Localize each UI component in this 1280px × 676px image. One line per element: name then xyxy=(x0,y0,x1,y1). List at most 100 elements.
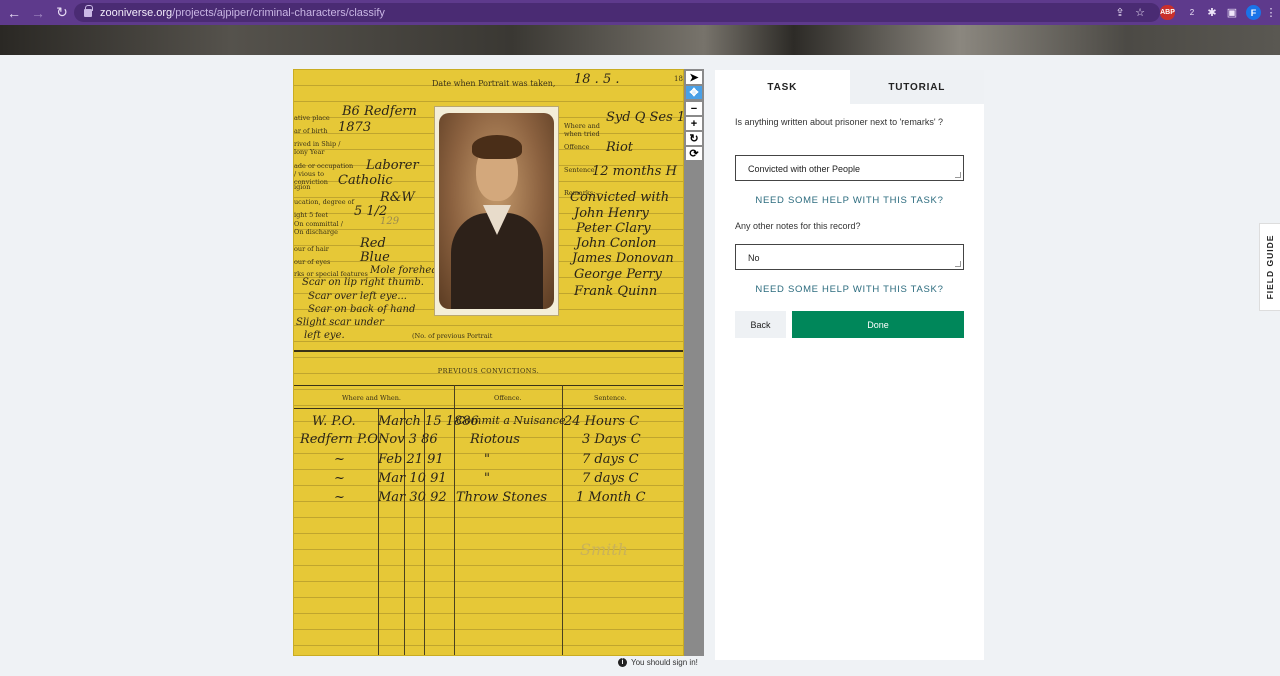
field-value: Mole forehead xyxy=(370,265,444,276)
arrow-right-icon[interactable]: → xyxy=(28,5,48,21)
field-value: R&W xyxy=(380,190,415,205)
marks-line: Scar on lip right thumb. xyxy=(302,277,424,288)
field-value: 129 xyxy=(380,216,400,227)
remarks-line: George Perry xyxy=(574,267,662,282)
puzzle-icon[interactable]: ✱ xyxy=(1205,5,1219,20)
field-value: Blue xyxy=(360,250,390,265)
field-label: ucation, degree of xyxy=(294,198,354,206)
subject-image[interactable]: Date when Portrait was taken, 18 . 5 . 1… xyxy=(293,69,684,656)
tab-task[interactable]: TASK xyxy=(715,70,850,104)
previous-convictions-title: PREVIOUS CONVICTIONS. xyxy=(437,367,540,375)
sidebar-icon[interactable]: ▣ xyxy=(1225,5,1239,20)
field-value: Red xyxy=(360,236,386,251)
field-label: ative place xyxy=(294,114,330,122)
conviction-offence: Riotous xyxy=(470,432,520,447)
field-label: igion xyxy=(294,183,311,191)
field-value: B6 Redfern xyxy=(342,104,417,119)
extension-badge-icon[interactable]: 2 xyxy=(1184,5,1200,20)
lock-icon xyxy=(84,4,93,17)
task-tabs: TASK TUTORIAL xyxy=(715,70,984,104)
marks-line: Scar over left eye... xyxy=(308,291,407,302)
zoom-in-icon[interactable]: + xyxy=(686,117,702,130)
help-link-1[interactable]: NEED SOME HELP WITH THIS TASK? xyxy=(735,195,964,206)
divider xyxy=(294,385,683,386)
field-label: Sentence xyxy=(564,166,595,174)
divider xyxy=(294,408,683,409)
field-guide-tab[interactable]: FIELD GUIDE xyxy=(1259,223,1280,311)
adblock-extension-icon[interactable]: ABP xyxy=(1160,5,1175,20)
conviction-offence: Commit a Nuisance xyxy=(456,414,566,427)
date-portrait-value: 18 . 5 . xyxy=(574,72,620,87)
pointer-icon[interactable]: ➤ xyxy=(686,71,702,84)
prisoner-photo xyxy=(439,113,554,309)
star-icon[interactable]: ☆ xyxy=(1133,5,1147,20)
question-other-notes: Any other notes for this record? xyxy=(735,221,861,231)
info-icon: i xyxy=(618,658,627,667)
help-link-2[interactable]: NEED SOME HELP WITH THIS TASK? xyxy=(735,284,964,295)
notes-answer-field[interactable]: No xyxy=(735,244,964,270)
field-label: Where and when tried xyxy=(564,122,600,138)
date-portrait-label: Date when Portrait was taken, xyxy=(432,79,556,88)
share-icon[interactable]: ⇪ xyxy=(1113,5,1127,20)
field-value: Catholic xyxy=(338,173,393,188)
field-value: Laborer xyxy=(366,158,419,173)
conviction-offence: " xyxy=(484,452,490,467)
field-label: ight 5 feet xyxy=(294,211,329,219)
conviction-date: Feb 21 91 xyxy=(378,452,444,467)
conviction-where: ~ xyxy=(334,471,345,486)
column-header: Sentence. xyxy=(594,394,627,402)
browser-toolbar: ← → ↻ zooniverse.org/projects/ajpiper/cr… xyxy=(0,0,1280,25)
rotate-icon[interactable]: ↻ xyxy=(686,132,702,145)
conviction-sentence: 7 days C xyxy=(582,471,639,486)
image-toolbar: ➤ ✥ − + ↻ ⟳ xyxy=(684,69,704,656)
field-label: rived in Ship / lony Year xyxy=(294,140,341,156)
sign-in-text: You should sign in! xyxy=(631,658,698,667)
photo-hair xyxy=(472,135,522,159)
field-value: 1873 xyxy=(338,120,372,135)
conviction-where: W. P.O. xyxy=(312,414,356,429)
field-value: 12 months H xyxy=(592,164,677,179)
field-label: our of hair xyxy=(294,245,329,253)
previous-portrait-label: (No. of previous Portrait xyxy=(412,332,493,340)
move-icon[interactable]: ✥ xyxy=(686,86,702,99)
menu-icon[interactable]: ⋮ xyxy=(1266,5,1277,20)
remarks-line: Frank Quinn xyxy=(574,284,658,299)
question-remarks: Is anything written about prisoner next … xyxy=(735,117,944,127)
marks-line: Slight scar under xyxy=(296,317,384,328)
url-text: zooniverse.org/projects/ajpiper/criminal… xyxy=(100,6,385,19)
back-button[interactable]: Back xyxy=(735,311,786,338)
field-label: our of eyes xyxy=(294,258,331,266)
sign-in-notice[interactable]: i You should sign in! xyxy=(618,658,698,667)
column-header: Where and When. xyxy=(342,394,401,402)
remarks-answer-field[interactable]: Convicted with other People xyxy=(735,155,964,181)
remarks-line: Peter Clary xyxy=(576,221,651,236)
field-label: ar of birth xyxy=(294,127,328,135)
conviction-date: Mar 30 92 xyxy=(378,490,447,505)
conviction-where: Redfern P.O. xyxy=(300,432,382,447)
field-value: Riot xyxy=(606,140,633,155)
conviction-date: Nov 3 86 xyxy=(378,432,438,447)
zoom-out-icon[interactable]: − xyxy=(686,102,702,115)
address-bar[interactable]: zooniverse.org/projects/ajpiper/criminal… xyxy=(74,3,1160,22)
task-panel: TASK TUTORIAL Is anything written about … xyxy=(715,70,984,660)
reload-icon[interactable]: ↻ xyxy=(52,4,72,21)
conviction-sentence: 24 Hours C xyxy=(564,414,640,429)
marks-line: left eye. xyxy=(304,330,345,341)
marks-line: Scar on back of hand xyxy=(308,304,416,315)
done-button[interactable]: Done xyxy=(792,311,964,338)
field-label: On committal / On discharge xyxy=(294,220,343,236)
conviction-offence: " xyxy=(484,471,490,486)
remarks-line: James Donovan xyxy=(572,251,674,266)
conviction-sentence: 1 Month C xyxy=(576,490,646,505)
remarks-line: John Conlon xyxy=(576,236,657,251)
arrow-left-icon[interactable]: ← xyxy=(4,5,24,21)
remarks-line: John Henry xyxy=(574,206,649,221)
field-value: Syd Q Ses 14 June 11 xyxy=(606,110,683,125)
conviction-offence: Throw Stones xyxy=(456,490,548,505)
reset-icon[interactable]: ⟳ xyxy=(686,147,702,160)
field-label: Offence xyxy=(564,143,590,151)
profile-avatar[interactable]: F xyxy=(1246,5,1261,20)
conviction-sentence: 7 days C xyxy=(582,452,639,467)
tab-tutorial[interactable]: TUTORIAL xyxy=(849,70,984,104)
column-header: Offence. xyxy=(494,394,522,402)
